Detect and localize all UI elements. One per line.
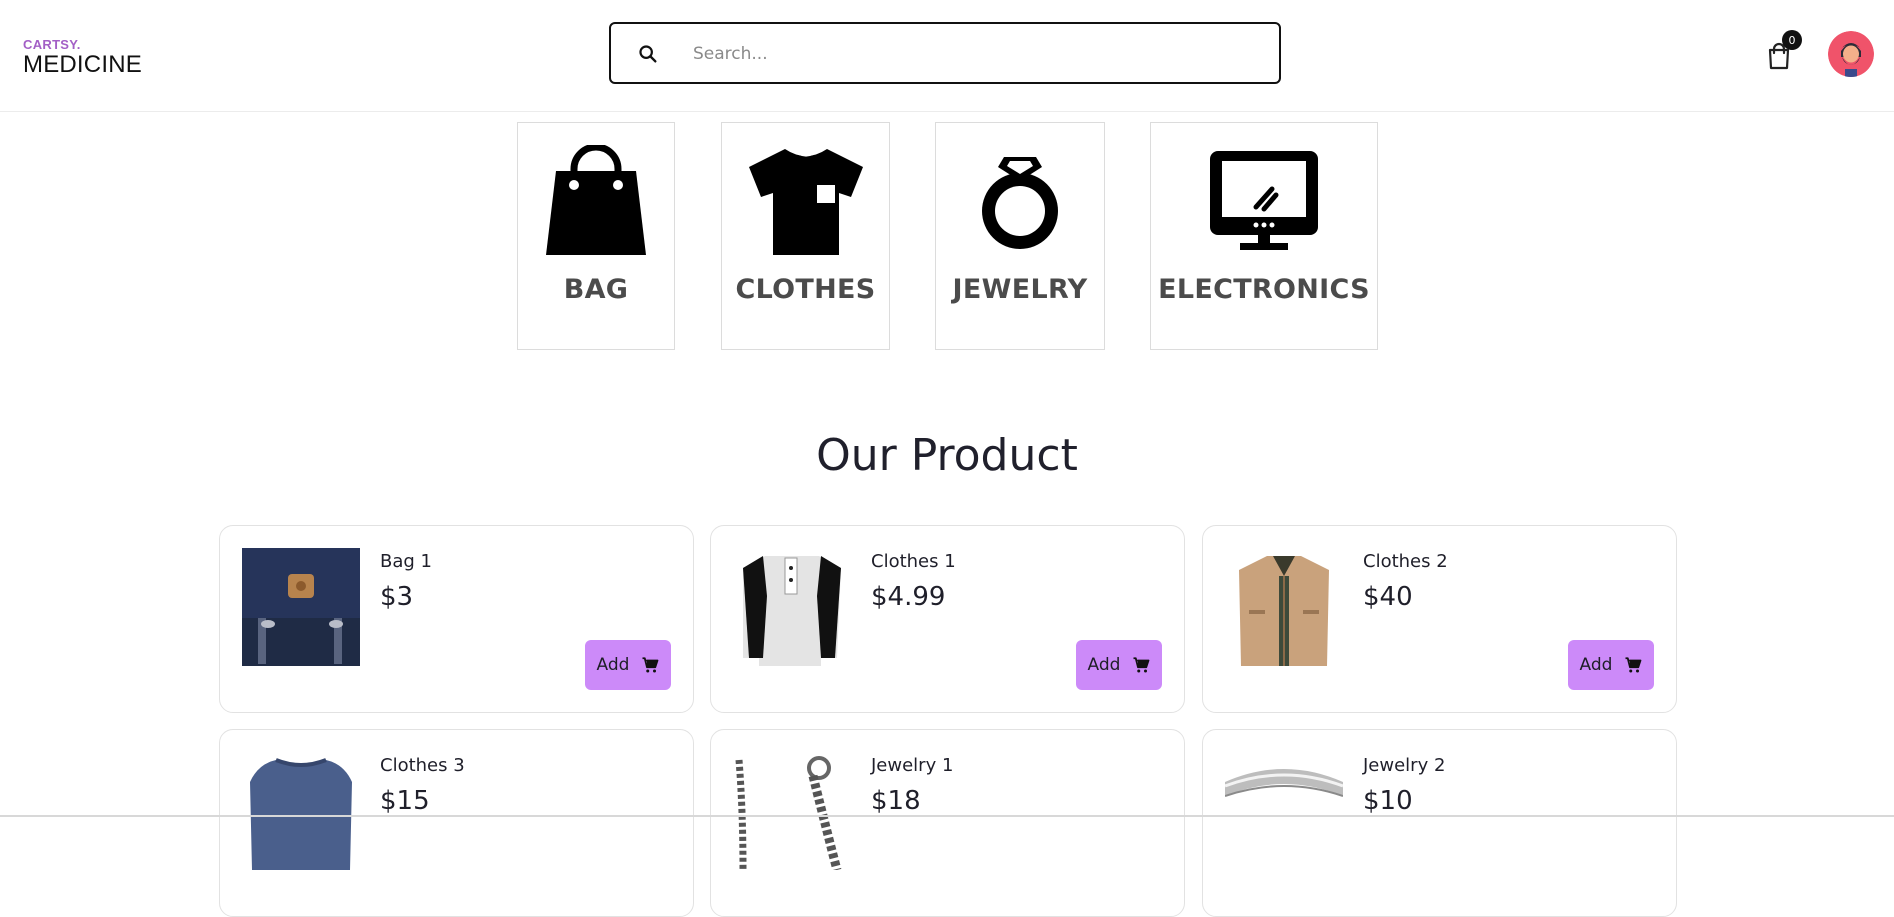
category-label: JEWELRY [952, 274, 1088, 305]
user-avatar[interactable] [1828, 31, 1874, 77]
monitor-icon [1210, 151, 1318, 250]
product-image [242, 752, 360, 870]
tshirt-icon [748, 147, 863, 255]
product-price: $40 [1363, 582, 1413, 612]
add-button-label: Add [596, 655, 630, 675]
top-header: CARTSY. MEDICINE 0 [0, 0, 1894, 112]
cart-icon [1133, 657, 1150, 673]
add-button-label: Add [1087, 655, 1121, 675]
cart-icon [1625, 657, 1642, 673]
add-to-cart-button[interactable]: Add [585, 640, 671, 690]
category-clothes[interactable]: CLOTHES [721, 122, 890, 350]
cart-count-badge: 0 [1782, 30, 1802, 50]
add-to-cart-button[interactable]: Add [1568, 640, 1654, 690]
product-card[interactable]: Clothes 2 $40 Add [1202, 525, 1677, 713]
product-card[interactable]: Bag 1 $3 Add [219, 525, 694, 713]
product-image [242, 548, 360, 666]
product-name: Jewelry 2 [1363, 755, 1446, 776]
product-price: $15 [380, 786, 430, 816]
product-price: $18 [871, 786, 921, 816]
cart-icon [642, 657, 659, 673]
add-button-label: Add [1579, 655, 1613, 675]
section-title: Our Product [816, 430, 1078, 481]
search-bar[interactable] [609, 22, 1281, 84]
product-image [1225, 548, 1343, 666]
logo-brand: CARTSY. [23, 37, 81, 52]
product-card[interactable]: Clothes 1 $4.99 Add [710, 525, 1185, 713]
logo-title: MEDICINE [23, 51, 142, 78]
search-input[interactable] [691, 36, 1255, 72]
product-name: Jewelry 1 [871, 755, 954, 776]
category-label: ELECTRONICS [1158, 274, 1370, 305]
product-card[interactable]: Jewelry 2 $10 [1202, 729, 1677, 917]
logo[interactable]: CARTSY. MEDICINE [23, 38, 142, 78]
category-electronics[interactable]: ELECTRONICS [1150, 122, 1378, 350]
product-image [1225, 752, 1343, 870]
search-icon[interactable] [637, 43, 659, 65]
category-label: CLOTHES [735, 274, 876, 305]
category-bag[interactable]: BAG [517, 122, 675, 350]
product-price: $4.99 [871, 582, 946, 612]
product-name: Bag 1 [380, 551, 432, 572]
avatar-icon [1828, 31, 1874, 77]
category-jewelry[interactable]: JEWELRY [935, 122, 1105, 350]
add-to-cart-button[interactable]: Add [1076, 640, 1162, 690]
product-card[interactable]: Clothes 3 $15 [219, 729, 694, 917]
bag-icon [546, 145, 646, 255]
product-price: $3 [380, 582, 414, 612]
category-label: BAG [563, 274, 629, 305]
product-image [733, 548, 851, 666]
product-name: Clothes 3 [380, 755, 465, 776]
product-name: Clothes 2 [1363, 551, 1448, 572]
product-image [733, 752, 851, 870]
product-name: Clothes 1 [871, 551, 956, 572]
product-price: $10 [1363, 786, 1413, 816]
product-card[interactable]: Jewelry 1 $18 [710, 729, 1185, 917]
ring-icon [982, 157, 1058, 249]
